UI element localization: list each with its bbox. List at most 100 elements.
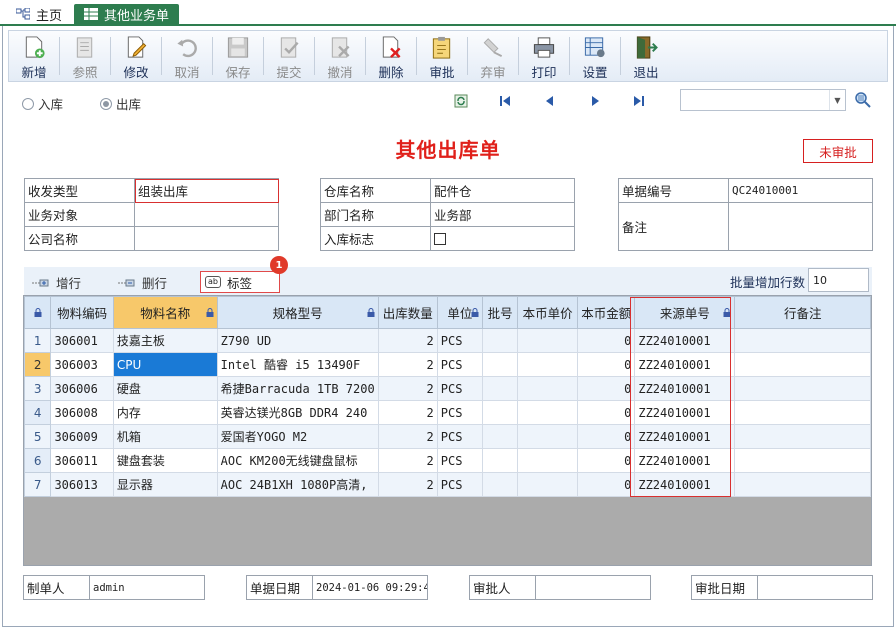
cell-code[interactable]: 306006: [50, 376, 114, 401]
cancel-button[interactable]: 取消: [162, 31, 212, 81]
cell-spec[interactable]: AOC KM200无线键盘鼠标: [216, 448, 379, 473]
cell-amount[interactable]: 0: [577, 352, 636, 377]
cell-amount[interactable]: 0: [577, 400, 636, 425]
cell-unit-price[interactable]: [517, 472, 579, 497]
cell-code[interactable]: 306013: [50, 472, 114, 497]
table-row[interactable]: 1 306001 技嘉主板 Z790 UD 2 PCS 0 ZZ24010001: [23, 328, 871, 353]
table-row[interactable]: 3 306006 硬盘 希捷Barracuda 1TB 7200 2 PCS 0 ZZ2401…: [23, 376, 871, 401]
row-number[interactable]: 4: [23, 400, 52, 425]
cell-row-remark[interactable]: [734, 328, 871, 353]
row-number[interactable]: 1: [23, 328, 52, 353]
cell-batch[interactable]: [481, 448, 519, 473]
receive-type-field[interactable]: 组装出库: [135, 179, 279, 203]
cell-source[interactable]: ZZ24010001: [634, 448, 736, 473]
submit-button[interactable]: 提交: [264, 31, 314, 81]
cell-row-remark[interactable]: [734, 424, 871, 449]
cell-qty[interactable]: 2: [377, 400, 438, 425]
remark-field[interactable]: [729, 203, 873, 251]
cell-spec[interactable]: 希捷Barracuda 1TB 7200: [216, 376, 379, 401]
cell-spec[interactable]: 英睿达镁光8GB DDR4 240: [216, 400, 379, 425]
cell-unit[interactable]: PCS: [436, 448, 484, 473]
cell-unit-price[interactable]: [517, 448, 579, 473]
row-number[interactable]: 5: [23, 424, 52, 449]
revoke-button[interactable]: 撤消: [315, 31, 365, 81]
cell-source[interactable]: ZZ24010001: [634, 352, 736, 377]
cell-row-remark[interactable]: [734, 448, 871, 473]
cell-unit-price[interactable]: [517, 376, 579, 401]
cell-row-remark[interactable]: [734, 400, 871, 425]
doc-number-field[interactable]: QC24010001: [729, 179, 873, 203]
tag-button[interactable]: ab 标签: [200, 271, 280, 293]
first-record-icon[interactable]: [498, 94, 512, 108]
exit-button[interactable]: 退出: [621, 31, 671, 81]
col-header-unit-price[interactable]: 本币单价: [517, 296, 579, 329]
batch-add-input[interactable]: 10: [808, 268, 869, 292]
table-row[interactable]: 4 306008 内存 英睿达镁光8GB DDR4 240 2 PCS 0 ZZ2401000…: [23, 400, 871, 425]
table-row[interactable]: 2 306003 CPU Intel 酷睿 i5 13490F 2 PCS 0 ZZ24010…: [23, 352, 871, 377]
refresh-icon[interactable]: [454, 94, 468, 108]
cell-batch[interactable]: [481, 472, 519, 497]
cell-name[interactable]: 硬盘: [112, 376, 218, 401]
cell-amount[interactable]: 0: [577, 328, 636, 353]
save-button[interactable]: 保存: [213, 31, 263, 81]
cell-name[interactable]: CPU: [112, 352, 218, 377]
reference-button[interactable]: 参照: [60, 31, 110, 81]
inbound-flag-checkbox[interactable]: [434, 232, 446, 245]
radio-in[interactable]: 入库: [22, 94, 63, 113]
cell-source[interactable]: ZZ24010001: [634, 376, 736, 401]
warehouse-name-field[interactable]: 配件仓: [431, 179, 575, 203]
cell-amount[interactable]: 0: [577, 472, 636, 497]
cell-unit-price[interactable]: [517, 328, 579, 353]
cell-source[interactable]: ZZ24010001: [634, 400, 736, 425]
previous-record-icon[interactable]: [543, 94, 557, 108]
col-header-code[interactable]: 物料编码: [50, 296, 114, 329]
last-record-icon[interactable]: [632, 94, 646, 108]
cell-spec[interactable]: AOC 24B1XH 1080P高清,: [216, 472, 379, 497]
new-button[interactable]: 新增: [9, 31, 59, 81]
print-button[interactable]: 打印: [519, 31, 569, 81]
radio-out[interactable]: 出库: [100, 94, 141, 113]
cell-name[interactable]: 技嘉主板: [112, 328, 218, 353]
cell-row-remark[interactable]: [734, 352, 871, 377]
cell-batch[interactable]: [481, 352, 519, 377]
cell-source[interactable]: ZZ24010001: [634, 424, 736, 449]
cell-spec[interactable]: Z790 UD: [216, 328, 379, 353]
cell-spec[interactable]: 爱国者YOGO M2: [216, 424, 379, 449]
search-icon[interactable]: [854, 91, 872, 109]
row-number[interactable]: 2: [23, 352, 52, 377]
row-number[interactable]: 6: [23, 448, 52, 473]
cell-qty[interactable]: 2: [377, 448, 438, 473]
chevron-down-icon[interactable]: ▼: [829, 90, 845, 110]
doc-date-field[interactable]: 2024-01-06 09:29:42: [313, 576, 427, 599]
cell-batch[interactable]: [481, 328, 519, 353]
cell-name[interactable]: 键盘套装: [112, 448, 218, 473]
table-row[interactable]: 5 306009 机箱 爱国者YOGO M2 2 PCS 0 ZZ24010001: [23, 424, 871, 449]
tab-home[interactable]: 主页: [8, 4, 70, 24]
cell-spec[interactable]: Intel 酷睿 i5 13490F: [216, 352, 379, 377]
col-header-row-remark[interactable]: 行备注: [734, 296, 871, 329]
cell-source[interactable]: ZZ24010001: [634, 328, 736, 353]
cell-code[interactable]: 306009: [50, 424, 114, 449]
cell-qty[interactable]: 2: [377, 472, 438, 497]
row-select-header[interactable]: [23, 296, 52, 329]
cell-code[interactable]: 306001: [50, 328, 114, 353]
approval-date-field[interactable]: [758, 576, 764, 599]
tab-other-business[interactable]: 其他业务单: [74, 4, 180, 24]
edit-button[interactable]: 修改: [111, 31, 161, 81]
cell-batch[interactable]: [481, 376, 519, 401]
company-name-field[interactable]: [135, 227, 279, 251]
cell-unit-price[interactable]: [517, 400, 579, 425]
cell-unit[interactable]: PCS: [436, 472, 484, 497]
cell-batch[interactable]: [481, 424, 519, 449]
col-header-source[interactable]: 来源单号: [634, 296, 736, 329]
table-row[interactable]: 7 306013 显示器 AOC 24B1XH 1080P高清, 2 PCS 0 ZZ2401…: [23, 472, 871, 497]
col-header-batch[interactable]: 批号: [481, 296, 519, 329]
col-header-name[interactable]: 物料名称: [112, 296, 218, 329]
cell-amount[interactable]: 0: [577, 376, 636, 401]
next-record-icon[interactable]: [588, 94, 602, 108]
row-number[interactable]: 7: [23, 472, 52, 497]
cell-amount[interactable]: 0: [577, 448, 636, 473]
department-name-field[interactable]: 业务部: [431, 203, 575, 227]
cell-qty[interactable]: 2: [377, 376, 438, 401]
cell-batch[interactable]: [481, 400, 519, 425]
